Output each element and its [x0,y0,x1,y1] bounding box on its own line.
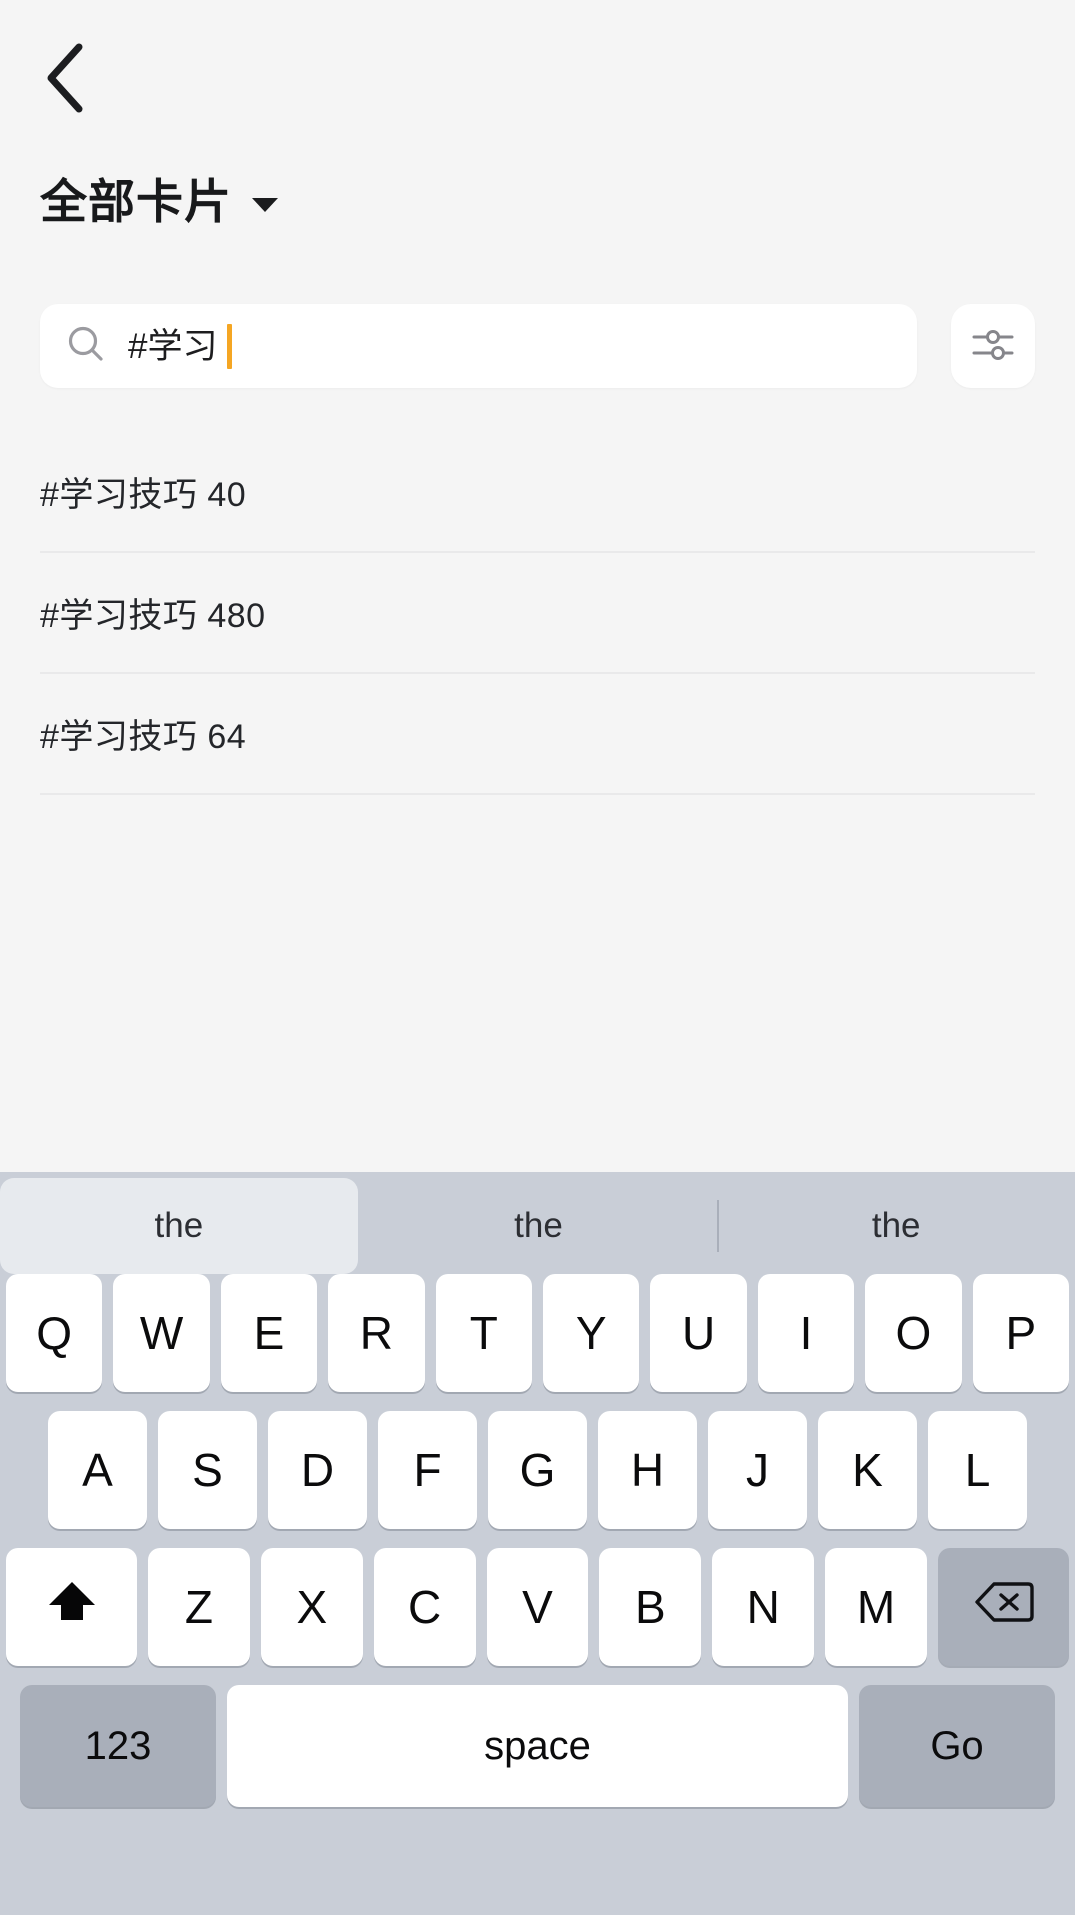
key-a[interactable]: A [48,1411,147,1529]
key-x[interactable]: X [260,1548,363,1666]
prediction-label: the [871,1206,921,1245]
key-w[interactable]: W [113,1274,210,1392]
text-cursor [227,323,233,369]
space-key[interactable]: space [227,1685,848,1807]
chevron-left-icon [43,41,89,115]
key-c[interactable]: C [373,1548,476,1666]
page-title: 全部卡片 [40,175,232,228]
keyboard-row-2: A S D F G H J K L [0,1411,1075,1529]
key-rows: Q W E R T Y U I O P A S D F G H J K L Z … [0,1274,1075,1899]
key-l[interactable]: L [928,1411,1027,1529]
key-h[interactable]: H [598,1411,697,1529]
prediction-bar: the the the [0,1178,1075,1274]
list-item[interactable]: #学习技巧 40 [40,432,1035,553]
search-row: #学习 [0,304,1075,388]
key-y[interactable]: Y [543,1274,640,1392]
search-input-value: #学习 [128,326,218,366]
key-o[interactable]: O [865,1274,962,1392]
prediction-label: the [154,1206,204,1245]
go-key[interactable]: Go [859,1685,1055,1807]
shift-arrow-icon [43,1573,101,1642]
virtual-keyboard: the the the Q W E R T Y U I O P A S D F … [0,1172,1075,1915]
key-j[interactable]: J [708,1411,807,1529]
key-k[interactable]: K [818,1411,917,1529]
numeric-key[interactable]: 123 [20,1685,216,1807]
key-v[interactable]: V [486,1548,589,1666]
shift-key[interactable] [6,1548,137,1666]
search-input[interactable]: #学习 [40,304,917,388]
content-area: 全部卡片 #学习 #学习技巧 40 #学习技巧 480 #学习技巧 64 [0,0,1075,1172]
prediction-item-2[interactable]: the [360,1178,718,1274]
backspace-key[interactable] [938,1548,1070,1666]
keyboard-row-3: Z X C V B N M [0,1548,1075,1666]
filter-button[interactable] [951,304,1035,388]
suggestion-label: #学习技巧 64 [40,718,247,756]
suggestion-label: #学习技巧 480 [40,597,266,635]
caret-down-icon[interactable] [252,197,278,212]
search-icon [66,324,106,369]
key-s[interactable]: S [158,1411,257,1529]
mobile-screen: 全部卡片 #学习 #学习技巧 40 #学习技巧 480 #学习技巧 64 the… [0,0,1075,1915]
key-g[interactable]: G [488,1411,587,1529]
keyboard-row-4: 123 space Go [0,1685,1075,1807]
key-e[interactable]: E [220,1274,318,1392]
list-item[interactable]: #学习技巧 64 [40,674,1035,795]
key-i[interactable]: I [757,1274,855,1392]
key-f[interactable]: F [378,1411,477,1529]
prediction-item-1[interactable]: the [0,1178,358,1274]
keyboard-row-1: Q W E R T Y U I O P [0,1274,1075,1392]
key-q[interactable]: Q [5,1274,103,1392]
key-t[interactable]: T [435,1274,532,1392]
page-title-dropdown[interactable]: 全部卡片 [40,178,278,225]
key-p[interactable]: P [972,1274,1070,1392]
key-z[interactable]: Z [148,1548,250,1666]
sliders-icon [970,324,1016,369]
key-m[interactable]: M [825,1548,928,1666]
prediction-label: the [514,1206,563,1245]
suggestion-list: #学习技巧 40 #学习技巧 480 #学习技巧 64 [0,432,1075,795]
key-d[interactable]: D [268,1411,367,1529]
prediction-item-3[interactable]: the [717,1178,1075,1274]
back-button[interactable] [30,42,102,114]
suggestion-label: #学习技巧 40 [40,476,247,514]
key-u[interactable]: U [650,1274,747,1392]
key-b[interactable]: B [599,1548,702,1666]
list-item[interactable]: #学习技巧 480 [40,553,1035,674]
key-r[interactable]: R [328,1274,425,1392]
backspace-icon [972,1578,1036,1637]
key-n[interactable]: N [712,1548,815,1666]
